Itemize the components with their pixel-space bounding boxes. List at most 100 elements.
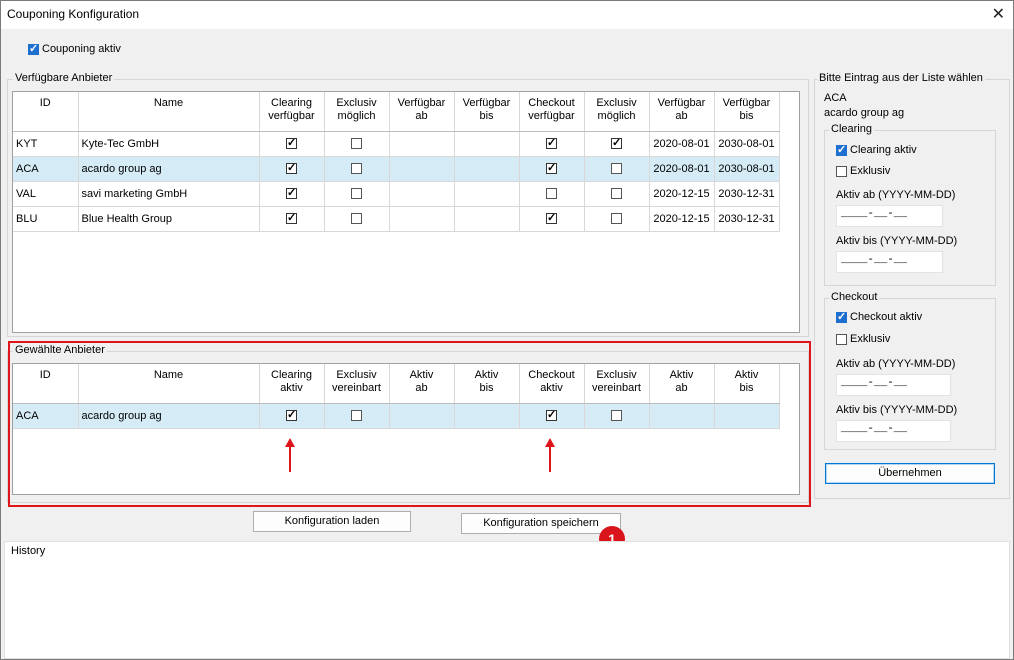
table-row[interactable]: KYTKyte-Tec GmbH 2020-08-012030-08-01	[13, 131, 780, 157]
detail-panel-header: Bitte Eintrag aus der Liste wählen	[817, 72, 985, 84]
checkout-to-label: Aktiv bis (YYYY-MM-DD)	[836, 404, 958, 416]
available-cell-ab1	[389, 206, 455, 232]
checkbox-icon[interactable]	[351, 188, 362, 200]
checkout-exclusive-checkbox[interactable]: Exklusiv	[836, 333, 890, 345]
available-cell-id: ACA	[13, 156, 79, 182]
clearing-to-field[interactable]: ____-__-__	[836, 251, 943, 273]
available-cell-id: VAL	[13, 181, 79, 207]
checkmark-icon[interactable]	[836, 310, 847, 323]
available-cell-bis1	[454, 206, 520, 232]
table-row[interactable]: ACAacardo group ag 2020-08-012030-08-01	[13, 156, 780, 182]
clearing-active-label: Clearing aktiv	[850, 144, 917, 156]
available-cell-ab2: 2020-08-01	[649, 156, 715, 182]
available-cell-checkout[interactable]	[519, 181, 585, 207]
available-cell-excl2[interactable]	[584, 181, 650, 207]
arrow-up-icon	[545, 438, 555, 472]
apply-button[interactable]: Übernehmen	[825, 463, 995, 484]
available-header-0[interactable]: ID	[13, 92, 79, 132]
close-icon[interactable]: ✕	[992, 4, 1005, 24]
available-header-7[interactable]: Exclusiv möglich	[584, 92, 650, 132]
available-header-4[interactable]: Verfügbar ab	[389, 92, 455, 132]
checkbox-icon[interactable]	[351, 213, 362, 225]
available-header-8[interactable]: Verfügbar ab	[649, 92, 715, 132]
checkbox-icon[interactable]	[286, 136, 297, 150]
available-cell-checkout[interactable]	[519, 131, 585, 157]
available-cell-name: acardo group ag	[78, 156, 260, 182]
available-header-6[interactable]: Checkout verfügbar	[519, 92, 585, 132]
available-cell-excl2[interactable]	[584, 206, 650, 232]
available-header-2[interactable]: Clearing verfügbar	[259, 92, 325, 132]
available-cell-checkout[interactable]	[519, 156, 585, 182]
clearing-group-label: Clearing	[829, 123, 874, 135]
available-cell-clearing[interactable]	[259, 131, 325, 157]
checkbox-icon[interactable]	[351, 138, 362, 150]
available-cell-excl1[interactable]	[324, 206, 390, 232]
available-providers-grid[interactable]: ID Name Clearing verfügbar Exclusiv möglich…	[12, 91, 800, 333]
detail-name: acardo group ag	[824, 107, 905, 119]
available-cell-name: Blue Health Group	[78, 206, 260, 232]
checkout-to-field[interactable]: ____-__-__	[836, 420, 951, 442]
arrow-up-icon	[285, 438, 295, 472]
checkbox-icon[interactable]	[611, 188, 622, 200]
checkbox-icon[interactable]	[611, 136, 622, 150]
checkout-active-checkbox[interactable]: Checkout aktiv	[836, 310, 923, 323]
checkbox-icon[interactable]	[546, 161, 557, 175]
checkout-from-field[interactable]: ____-__-__	[836, 374, 951, 396]
available-header-3[interactable]: Exclusiv möglich	[324, 92, 390, 132]
checkbox-icon[interactable]	[546, 136, 557, 150]
couponing-active-checkbox[interactable]: Couponing aktiv	[28, 42, 121, 55]
available-cell-clearing[interactable]	[259, 181, 325, 207]
clearing-to-label: Aktiv bis (YYYY-MM-DD)	[836, 235, 958, 247]
available-cell-id: BLU	[13, 206, 79, 232]
available-header-1[interactable]: Name	[78, 92, 260, 132]
available-cell-bis2: 2030-08-01	[714, 131, 780, 157]
checkbox-icon[interactable]	[286, 161, 297, 175]
highlight-box	[8, 341, 811, 507]
clearing-exclusive-checkbox[interactable]: Exklusiv	[836, 165, 890, 177]
available-cell-clearing[interactable]	[259, 156, 325, 182]
available-cell-ab2: 2020-12-15	[649, 206, 715, 232]
available-cell-excl2[interactable]	[584, 131, 650, 157]
table-row[interactable]: VALsavi marketing GmbH 2020-12-152030-12-…	[13, 181, 780, 207]
checkbox-icon[interactable]	[611, 213, 622, 225]
checkout-from-label: Aktiv ab (YYYY-MM-DD)	[836, 358, 956, 370]
checkbox-icon[interactable]	[611, 163, 622, 175]
available-header-9[interactable]: Verfügbar bis	[714, 92, 780, 132]
couponing-active-label: Couponing aktiv	[42, 43, 121, 55]
checkbox-icon[interactable]	[286, 186, 297, 200]
checkmark-icon[interactable]	[836, 143, 847, 156]
available-cell-excl2[interactable]	[584, 156, 650, 182]
clearing-active-checkbox[interactable]: Clearing aktiv	[836, 143, 917, 156]
table-row[interactable]: BLUBlue Health Group 2020-12-152030-12-31	[13, 206, 780, 232]
clearing-from-field[interactable]: ____-__-__	[836, 205, 943, 227]
config-window: Couponing Konfiguration ✕ Couponing akti…	[0, 0, 1014, 660]
available-cell-ab1	[389, 131, 455, 157]
window-title: Couponing Konfiguration	[7, 7, 140, 21]
available-cell-excl1[interactable]	[324, 156, 390, 182]
available-cell-ab2: 2020-08-01	[649, 131, 715, 157]
available-cell-bis2: 2030-12-31	[714, 206, 780, 232]
history-panel[interactable]: History	[4, 541, 1010, 659]
checkbox-icon[interactable]	[546, 188, 557, 200]
load-config-button[interactable]: Konfiguration laden	[253, 511, 411, 532]
save-config-button[interactable]: Konfiguration speichern	[461, 513, 621, 534]
available-cell-ab2: 2020-12-15	[649, 181, 715, 207]
checkbox-icon[interactable]	[286, 211, 297, 225]
available-cell-excl1[interactable]	[324, 181, 390, 207]
available-cell-clearing[interactable]	[259, 206, 325, 232]
available-header-5[interactable]: Verfügbar bis	[454, 92, 520, 132]
checkbox-icon[interactable]	[546, 211, 557, 225]
available-cell-excl1[interactable]	[324, 131, 390, 157]
checkbox-icon[interactable]	[836, 165, 847, 177]
available-cell-checkout[interactable]	[519, 206, 585, 232]
available-cell-bis2: 2030-08-01	[714, 156, 780, 182]
checkbox-icon[interactable]	[351, 163, 362, 175]
available-cell-bis1	[454, 131, 520, 157]
checkmark-icon[interactable]	[28, 42, 39, 55]
checkout-active-label: Checkout aktiv	[850, 311, 923, 323]
available-cell-ab1	[389, 181, 455, 207]
checkbox-icon[interactable]	[836, 333, 847, 345]
available-providers-table: ID Name Clearing verfügbar Exclusiv möglich…	[13, 92, 780, 232]
available-cell-name: savi marketing GmbH	[78, 181, 260, 207]
available-cell-name: Kyte-Tec GmbH	[78, 131, 260, 157]
